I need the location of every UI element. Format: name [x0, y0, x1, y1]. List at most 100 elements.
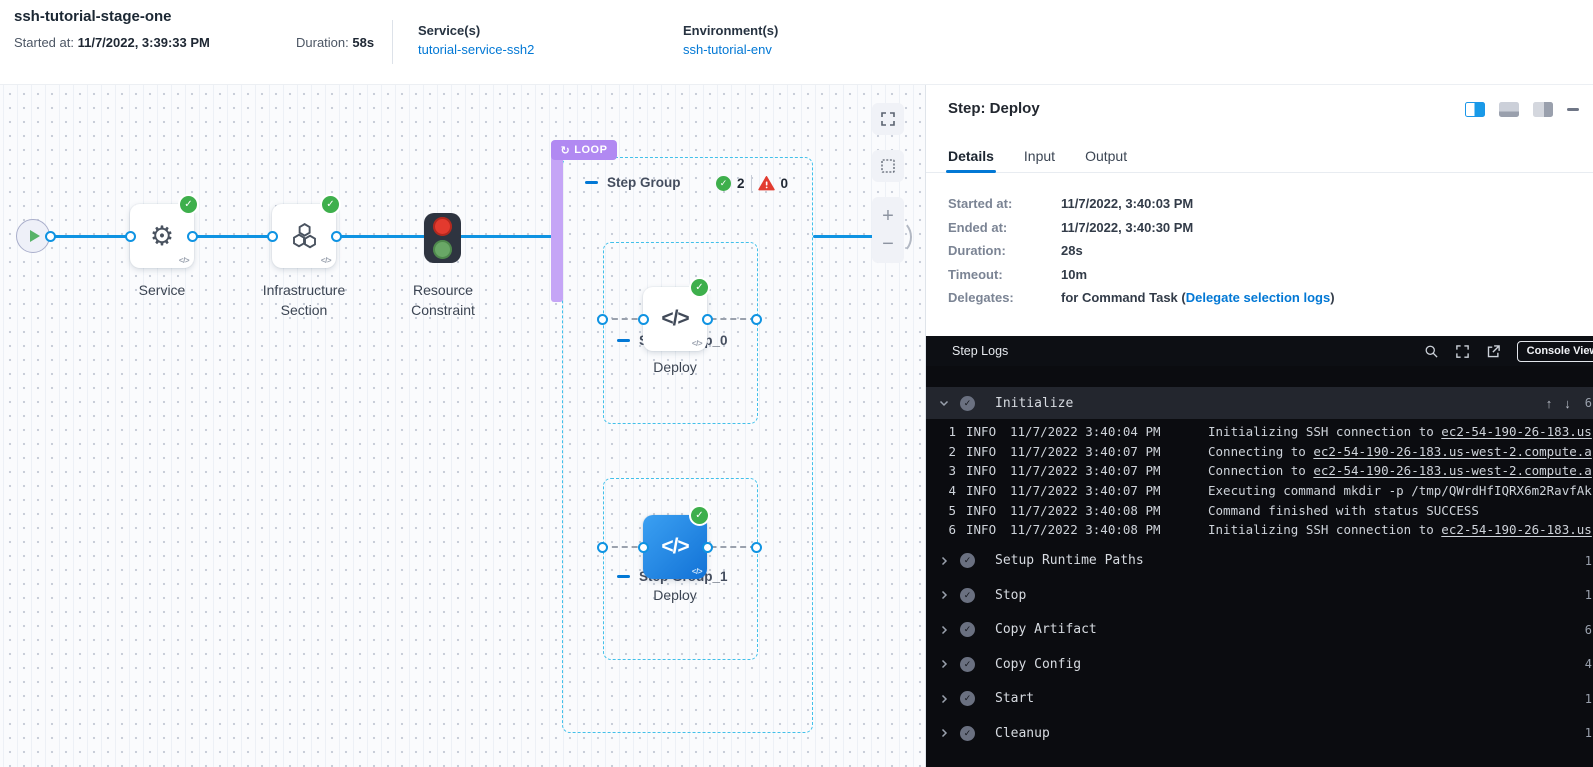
log-section-cleanup[interactable]: ✓ Cleanup 1	[926, 716, 1593, 751]
success-check-icon: ✓	[689, 505, 710, 526]
marquee-select-icon	[880, 158, 896, 174]
zoom-in-button[interactable]: +	[882, 206, 894, 226]
details-list: Started at: 11/7/2022, 3:40:03 PM Ended …	[948, 192, 1335, 310]
bottom-view-icon[interactable]	[1499, 102, 1519, 117]
zoom-out-button[interactable]: −	[882, 234, 894, 254]
host-link[interactable]: ec2-54-190-26-183.us-west-2.compute.a	[1313, 463, 1591, 478]
section-duration: 4	[1585, 657, 1592, 671]
port[interactable]	[125, 231, 136, 242]
detail-row-duration: Duration: 28s	[948, 239, 1335, 263]
status-check-icon: ✓	[960, 657, 975, 672]
chevron-right-icon[interactable]	[938, 624, 950, 636]
log-section-setup-runtime-paths[interactable]: ✓ Setup Runtime Paths 1	[926, 544, 1593, 579]
collapse-icon[interactable]	[617, 339, 630, 342]
step-logs-bar: Step Logs Console View	[926, 336, 1593, 366]
log-line: 3INFO11/7/2022 3:40:07 PMConnection to e…	[926, 461, 1593, 481]
fullscreen-icon	[880, 111, 896, 127]
success-check-icon: ✓	[689, 277, 710, 298]
code-icon: </>	[661, 535, 688, 559]
host-link[interactable]: ec2-54-190-26-183.us-west-2.compute.a	[1313, 444, 1591, 459]
marquee-select-button[interactable]	[872, 150, 904, 182]
port[interactable]	[751, 314, 762, 325]
status-check-icon: ✓	[960, 726, 975, 741]
log-section-start[interactable]: ✓ Start 1	[926, 682, 1593, 717]
collapse-icon[interactable]	[617, 575, 630, 578]
code-icon: </>	[692, 567, 702, 576]
port[interactable]	[331, 231, 342, 242]
section-duration: 1	[1585, 692, 1592, 706]
expand-logs-icon[interactable]	[1455, 344, 1470, 359]
port[interactable]	[638, 314, 649, 325]
panel-title: Step: Deploy	[948, 100, 1040, 117]
port[interactable]	[751, 542, 762, 553]
pipeline-canvas[interactable]: ⚙ </> ✓ Service </> ✓ Infrastructure Sec…	[0, 84, 925, 767]
stage-duration: Duration: 58s	[296, 35, 374, 50]
node-resource-constraint[interactable]	[424, 213, 461, 263]
status-check-icon: ✓	[960, 588, 975, 603]
collapse-icon[interactable]	[585, 181, 598, 184]
status-check-icon: ✓	[960, 691, 975, 706]
section-duration: 1	[1585, 726, 1592, 740]
code-icon: </>	[692, 339, 702, 348]
detail-row-started: Started at: 11/7/2022, 3:40:03 PM	[948, 192, 1335, 216]
chevron-right-icon[interactable]	[938, 555, 950, 567]
success-count-icon: ✓	[716, 176, 731, 191]
header-divider	[392, 20, 393, 64]
port[interactable]	[638, 542, 649, 553]
tab-details[interactable]: Details	[948, 139, 994, 173]
tab-input[interactable]: Input	[1024, 139, 1055, 173]
started-at: Started at: 11/7/2022, 3:39:33 PM	[14, 35, 210, 50]
host-link[interactable]: ec2-54-190-26-183.us	[1441, 424, 1592, 439]
external-link-icon[interactable]	[1486, 344, 1501, 359]
log-section-initialize[interactable]: ✓ Initialize ↑ ↓ 6	[926, 387, 1593, 419]
traffic-light-red-icon	[433, 217, 452, 236]
host-link[interactable]: ec2-54-190-26-183.us	[1441, 522, 1592, 537]
tab-output[interactable]: Output	[1085, 139, 1127, 173]
stage-title: ssh-tutorial-stage-one	[14, 8, 172, 25]
status-check-icon: ✓	[960, 622, 975, 637]
log-section-copy-config[interactable]: ✓ Copy Config 4	[926, 647, 1593, 682]
loop-icon: ↻	[561, 144, 571, 157]
right-view-icon[interactable]	[1533, 102, 1553, 117]
node-label-deploy-0: Deploy	[615, 357, 735, 377]
chevron-right-icon[interactable]	[938, 658, 950, 670]
console-spacer	[926, 366, 1593, 387]
edge-service-infra	[192, 235, 272, 238]
search-icon[interactable]	[1424, 344, 1439, 359]
chevron-right-icon[interactable]	[938, 727, 950, 739]
step-group-header[interactable]: Step Group	[585, 175, 681, 190]
zoom-controls: + −	[872, 197, 904, 263]
scroll-down-icon[interactable]: ↓	[1564, 396, 1571, 411]
log-line: 6INFO11/7/2022 3:40:08 PMInitializing SS…	[926, 520, 1593, 540]
port[interactable]	[702, 314, 713, 325]
log-line: 2INFO11/7/2022 3:40:07 PMConnecting to e…	[926, 442, 1593, 462]
step-group-status: ✓ 2 0	[716, 175, 788, 191]
minimize-icon[interactable]	[1567, 108, 1579, 111]
console-view-toggle[interactable]: Console View	[1517, 341, 1593, 362]
log-section-stop[interactable]: ✓ Stop 1	[926, 578, 1593, 613]
port[interactable]	[597, 314, 608, 325]
loop-bar	[551, 141, 563, 302]
node-label-infrastructure: Infrastructure Section	[244, 280, 364, 320]
environment-link[interactable]: ssh-tutorial-env	[683, 42, 772, 57]
chevron-down-icon[interactable]	[938, 397, 950, 409]
split-view-icon[interactable]	[1465, 102, 1485, 117]
node-label-deploy-1: Deploy	[615, 585, 735, 605]
fullscreen-button[interactable]	[872, 103, 904, 135]
port[interactable]	[597, 542, 608, 553]
port[interactable]	[45, 231, 56, 242]
port[interactable]	[187, 231, 198, 242]
scroll-up-icon[interactable]: ↑	[1546, 396, 1553, 411]
chevron-right-icon[interactable]	[938, 693, 950, 705]
environments-label: Environment(s)	[683, 23, 778, 38]
section-duration: 1	[1585, 588, 1592, 602]
log-section-copy-artifact[interactable]: ✓ Copy Artifact 6	[926, 613, 1593, 648]
chevron-right-icon[interactable]	[938, 589, 950, 601]
step-logs-console: Step Logs Console View ✓ Initialize ↑ ↓	[926, 336, 1593, 767]
delegate-selection-logs-link[interactable]: Delegate selection logs	[1186, 290, 1331, 305]
port[interactable]	[267, 231, 278, 242]
edge-start-service	[50, 235, 130, 238]
port[interactable]	[702, 542, 713, 553]
step-logs-title: Step Logs	[952, 344, 1008, 358]
service-link[interactable]: tutorial-service-ssh2	[418, 42, 534, 57]
